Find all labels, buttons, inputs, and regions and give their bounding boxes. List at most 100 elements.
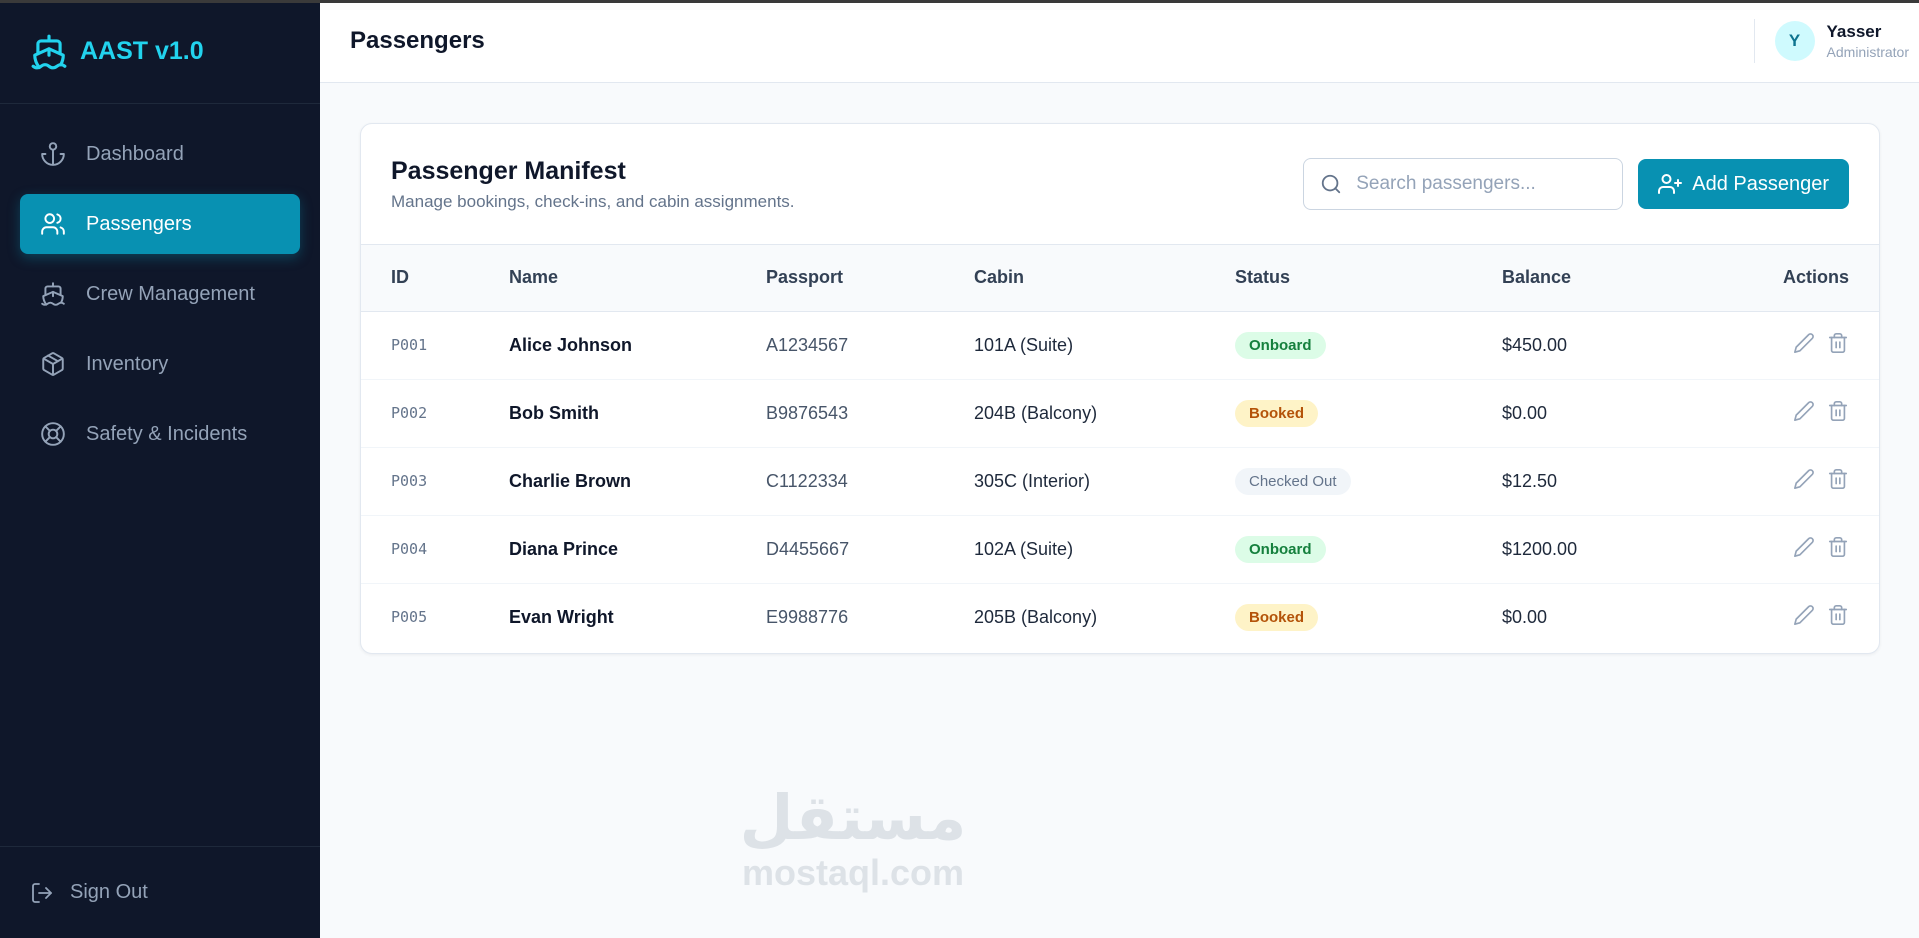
passenger-cabin: 305C (Interior) — [974, 470, 1091, 491]
status-badge: Checked Out — [1235, 467, 1351, 495]
passenger-balance: $0.00 — [1502, 606, 1548, 627]
user-plus-icon — [1658, 172, 1683, 196]
brand-name: AAST v1.0 — [80, 37, 204, 65]
passenger-id: P002 — [391, 404, 428, 422]
passenger-passport: A1234567 — [766, 334, 849, 355]
app-root: AAST v1.0 Dashboard Passengers Crew Mana… — [0, 0, 1919, 938]
passenger-cabin: 101A (Suite) — [974, 334, 1074, 355]
table-row[interactable]: P001 Alice Johnson A1234567 101A (Suite)… — [361, 311, 1879, 379]
sidebar-footer: Sign Out — [0, 846, 320, 938]
table-row[interactable]: P005 Evan Wright E9988776 205B (Balcony)… — [361, 583, 1879, 651]
column-header-id[interactable]: ID — [361, 245, 509, 311]
trash-icon[interactable] — [1827, 536, 1849, 558]
passenger-balance: $12.50 — [1502, 470, 1558, 491]
sidebar-item-label: Dashboard — [86, 142, 184, 165]
user-role: Administrator — [1826, 44, 1909, 60]
life-buoy-icon — [40, 421, 66, 447]
passenger-passport: C1122334 — [766, 470, 848, 491]
passenger-table: ID Name Passport Cabin Status Balance Ac… — [361, 245, 1879, 651]
table-row[interactable]: P004 Diana Prince D4455667 102A (Suite) … — [361, 515, 1879, 583]
column-header-passport[interactable]: Passport — [766, 245, 974, 311]
watermark: مستقل mostaql.com — [713, 784, 993, 892]
trash-icon[interactable] — [1827, 400, 1849, 422]
passenger-balance: $0.00 — [1502, 402, 1548, 423]
passenger-id: P005 — [391, 608, 428, 627]
sidebar-item-label: Safety & Incidents — [86, 422, 248, 445]
column-header-name[interactable]: Name — [509, 245, 766, 311]
search-input[interactable] — [1356, 173, 1597, 195]
row-actions — [1755, 379, 1879, 447]
row-actions — [1755, 583, 1879, 651]
row-actions — [1755, 447, 1879, 515]
status-cell: Checked Out — [1235, 447, 1502, 515]
passenger-passport: D4455667 — [766, 538, 850, 559]
ship-icon — [30, 33, 68, 71]
sidebar-item-passengers[interactable]: Passengers — [20, 194, 300, 254]
status-cell: Booked — [1235, 379, 1502, 447]
passenger-name: Alice Johnson — [509, 334, 633, 355]
row-actions — [1755, 311, 1879, 379]
anchor-icon — [40, 141, 66, 167]
column-header-cabin[interactable]: Cabin — [974, 245, 1235, 311]
edit-icon[interactable] — [1793, 604, 1815, 626]
card-header: Passenger Manifest Manage bookings, chec… — [361, 124, 1879, 245]
status-cell: Onboard — [1235, 311, 1502, 379]
user-info: Yasser Administrator — [1827, 22, 1909, 60]
column-header-status[interactable]: Status — [1235, 245, 1502, 311]
sidebar-item-safety-incidents[interactable]: Safety & Incidents — [20, 404, 300, 464]
trash-icon[interactable] — [1827, 468, 1849, 490]
ship-icon — [40, 281, 66, 307]
users-icon — [40, 211, 66, 237]
passenger-cabin: 205B (Balcony) — [974, 606, 1098, 627]
search-box[interactable] — [1303, 158, 1624, 210]
top-header: Passengers Y Yasser Administrator — [320, 0, 1919, 83]
passenger-name: Charlie Brown — [509, 470, 632, 491]
add-passenger-button[interactable]: Add Passenger — [1638, 159, 1849, 209]
avatar: Y — [1774, 21, 1815, 61]
table-row[interactable]: P002 Bob Smith B9876543 204B (Balcony) B… — [361, 379, 1879, 447]
user-profile[interactable]: Y Yasser Administrator — [1753, 19, 1919, 63]
sign-out-button[interactable]: Sign Out — [30, 881, 148, 905]
sidebar-item-crew-management[interactable]: Crew Management — [20, 264, 300, 324]
passenger-balance: $1200.00 — [1502, 538, 1578, 559]
card-subtitle: Manage bookings, check-ins, and cabin as… — [391, 191, 795, 211]
passenger-passport: E9988776 — [766, 606, 849, 627]
trash-icon[interactable] — [1827, 604, 1849, 626]
table-row[interactable]: P003 Charlie Brown C1122334 305C (Interi… — [361, 447, 1879, 515]
status-badge: Booked — [1235, 399, 1319, 427]
user-name: Yasser — [1826, 22, 1882, 41]
sidebar-nav: Dashboard Passengers Crew Management Inv… — [0, 104, 320, 464]
passenger-name: Evan Wright — [509, 606, 614, 627]
log-out-icon — [30, 881, 54, 905]
card-actions: Add Passenger — [1303, 158, 1849, 210]
column-header-balance[interactable]: Balance — [1502, 245, 1755, 311]
status-cell: Onboard — [1235, 515, 1502, 583]
table-header-row: ID Name Passport Cabin Status Balance Ac… — [361, 245, 1879, 311]
status-cell: Booked — [1235, 583, 1502, 651]
sidebar-item-dashboard[interactable]: Dashboard — [20, 124, 300, 184]
brand[interactable]: AAST v1.0 — [0, 0, 320, 104]
passenger-name: Diana Prince — [509, 538, 619, 559]
page-title: Passengers — [350, 27, 485, 54]
card-title: Passenger Manifest — [391, 156, 626, 185]
edit-icon[interactable] — [1793, 536, 1815, 558]
card-heading: Passenger Manifest Manage bookings, chec… — [391, 157, 795, 212]
passenger-balance: $450.00 — [1502, 334, 1568, 355]
edit-icon[interactable] — [1793, 400, 1815, 422]
passenger-cabin: 204B (Balcony) — [974, 402, 1098, 423]
watermark-arabic: مستقل — [739, 784, 967, 853]
passenger-passport: B9876543 — [766, 402, 849, 423]
edit-icon[interactable] — [1793, 332, 1815, 354]
edit-icon[interactable] — [1793, 468, 1815, 490]
trash-icon[interactable] — [1827, 332, 1849, 354]
status-badge: Booked — [1235, 603, 1319, 631]
watermark-latin: mostaql.com — [741, 852, 965, 893]
column-header-actions: Actions — [1782, 267, 1849, 288]
sidebar: AAST v1.0 Dashboard Passengers Crew Mana… — [0, 0, 320, 938]
passenger-cabin: 102A (Suite) — [974, 538, 1074, 559]
status-badge: Onboard — [1235, 331, 1326, 359]
sidebar-item-inventory[interactable]: Inventory — [20, 334, 300, 394]
passenger-manifest-card: Passenger Manifest Manage bookings, chec… — [360, 123, 1880, 654]
sidebar-item-label: Passengers — [86, 212, 192, 235]
status-badge: Onboard — [1235, 535, 1326, 563]
